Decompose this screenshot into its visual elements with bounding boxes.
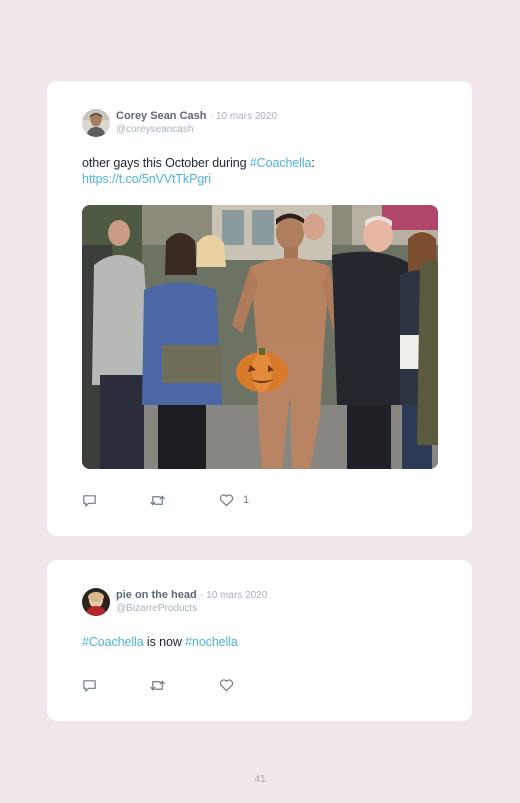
author-name[interactable]: Corey Sean Cash [116, 110, 206, 122]
separator-dot: · [199, 590, 204, 601]
hashtag-link[interactable]: #Coachella [250, 156, 312, 170]
retweet-icon [150, 679, 165, 691]
retweet-button[interactable] [149, 677, 166, 693]
author-name[interactable]: pie on the head [116, 589, 197, 601]
heart-icon [219, 494, 234, 507]
tweet-text-punct: : [311, 156, 315, 170]
author-line: Corey Sean Cash · 10 mars 2020 [116, 110, 277, 122]
tweet-actions [82, 677, 382, 693]
reply-button[interactable] [82, 677, 97, 693]
tweet-text-body: other gays this October during [82, 156, 250, 170]
tweet-text: other gays this October during #Coachell… [82, 155, 315, 187]
tweet-header: Corey Sean Cash · 10 mars 2020 @coreysea… [82, 109, 442, 139]
tweet-date[interactable]: 10 mars 2020 [216, 111, 277, 122]
tweet-card: pie on the head · 10 mars 2020 @BizarreP… [47, 560, 472, 721]
author-handle[interactable]: @BizarreProducts [116, 603, 197, 614]
tweet-media-image[interactable] [82, 205, 438, 469]
tweet-date[interactable]: 10 mars 2020 [206, 590, 267, 601]
hashtag-link[interactable]: #Coachella [82, 635, 144, 649]
like-button[interactable] [219, 677, 234, 693]
reply-icon [83, 679, 96, 692]
separator-dot: · [209, 111, 213, 122]
reply-button[interactable] [82, 492, 97, 508]
tweet-url-link[interactable]: https://t.co/5nVVtTkPgri [82, 172, 211, 186]
page-number: 41 [254, 774, 266, 785]
avatar[interactable] [82, 109, 110, 137]
hashtag-link[interactable]: #nochella [185, 635, 238, 649]
heart-icon [219, 679, 234, 692]
reply-icon [83, 494, 96, 507]
author-handle[interactable]: @coreyseancash [116, 124, 193, 135]
retweet-button[interactable] [149, 492, 166, 508]
tweet-actions: 1 [82, 492, 382, 508]
retweet-icon [150, 494, 165, 506]
tweet-card: Corey Sean Cash · 10 mars 2020 @coreysea… [47, 81, 472, 536]
avatar[interactable] [82, 588, 110, 616]
author-line: pie on the head · 10 mars 2020 [116, 589, 267, 601]
tweet-text-body: is now [143, 635, 186, 649]
like-button[interactable]: 1 [219, 492, 249, 508]
like-count: 1 [243, 494, 250, 506]
tweet-header: pie on the head · 10 mars 2020 @BizarreP… [82, 588, 442, 618]
tweet-text: #Coachella is now #nochella [82, 634, 238, 650]
